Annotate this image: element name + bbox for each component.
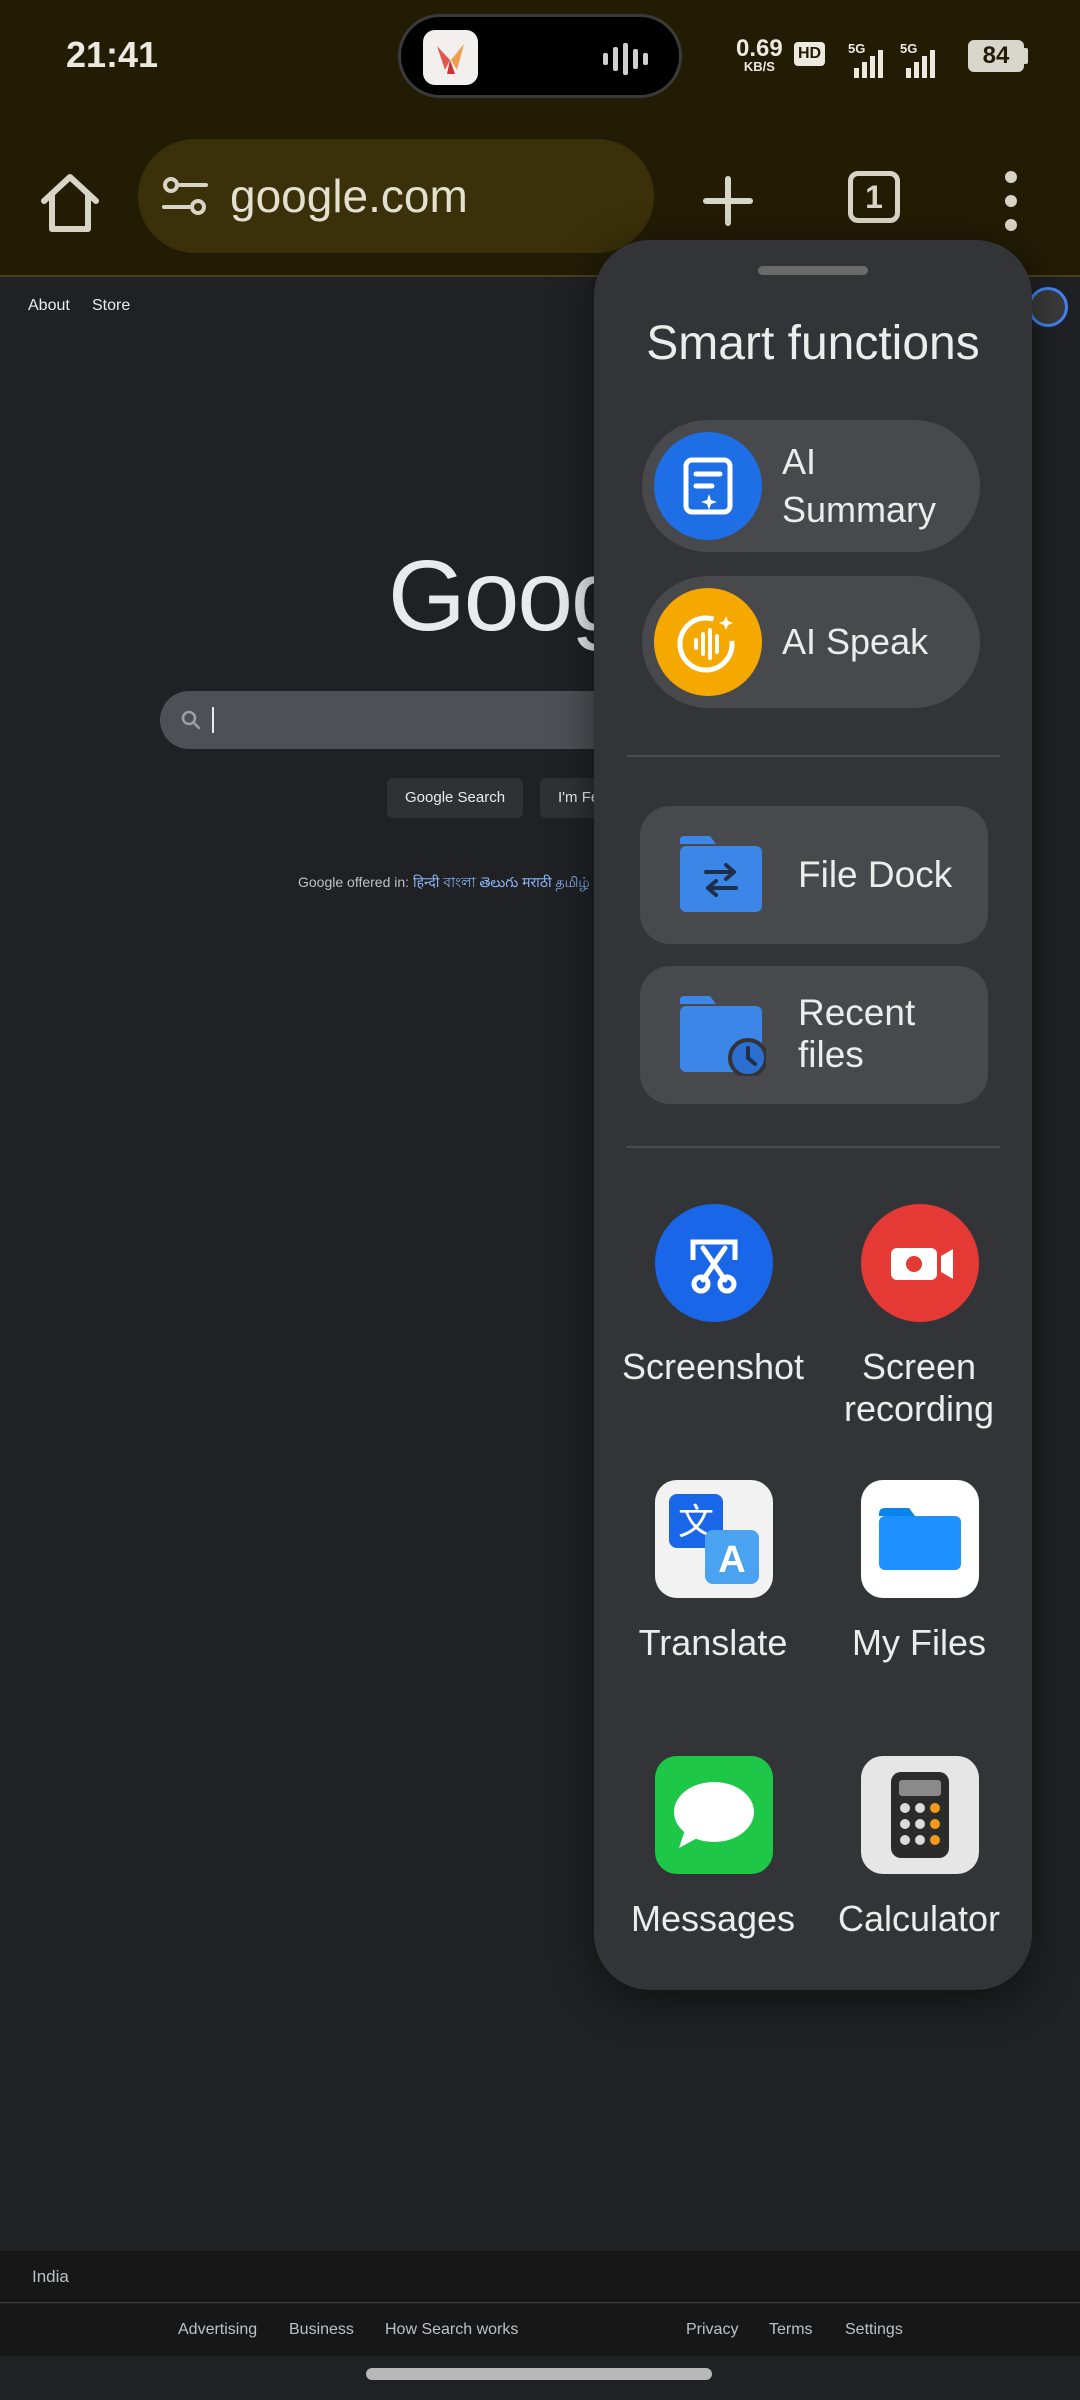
language-links[interactable]: हिन्दी বাংলা తెలుగు मराठी தமிழ் <box>413 874 590 890</box>
text-caret <box>212 707 214 733</box>
svg-text:A: A <box>718 1539 745 1581</box>
address-bar[interactable]: google.com <box>138 139 654 253</box>
ai-summary-icon <box>654 432 762 540</box>
feeling-lucky-button[interactable]: I'm Fe <box>540 778 600 818</box>
footer-country: India <box>0 2251 1080 2303</box>
site-settings-icon[interactable] <box>162 175 208 217</box>
screen-recording-label: Screen recording <box>843 1346 995 1429</box>
about-link[interactable]: About <box>28 297 70 315</box>
ai-speak-label: AI Speak <box>782 621 929 662</box>
divider <box>626 755 1000 757</box>
ai-summary-button[interactable]: AI Summary <box>642 420 980 552</box>
screenshot-icon <box>655 1204 773 1322</box>
clock: 21:41 <box>66 34 159 75</box>
how-search-works-link[interactable]: How Search works <box>385 2321 518 2339</box>
calculator-icon <box>861 1756 979 1874</box>
business-link[interactable]: Business <box>289 2321 354 2339</box>
hd-voice-badge: HD <box>794 42 826 66</box>
terms-link[interactable]: Terms <box>769 2321 813 2339</box>
file-dock-button[interactable]: File Dock <box>640 806 988 944</box>
google-logo: Goog <box>388 540 627 652</box>
overflow-menu-icon[interactable] <box>1000 169 1022 233</box>
new-tab-icon[interactable] <box>700 173 756 229</box>
recent-files-icon <box>680 996 766 1076</box>
panel-title: Smart functions <box>646 317 980 370</box>
translate-icon: 文 A <box>655 1480 773 1598</box>
screenshot-label: Screenshot <box>621 1346 805 1387</box>
media-app-icon <box>423 30 478 85</box>
signal-icon: 5G 5G <box>848 41 935 78</box>
recent-files-button[interactable]: Recent files <box>640 966 988 1104</box>
search-icon <box>181 710 201 730</box>
home-icon[interactable] <box>34 167 106 239</box>
messages-icon <box>655 1756 773 1874</box>
settings-link[interactable]: Settings <box>845 2321 903 2339</box>
footer-links: Advertising Business How Search works Pr… <box>0 2304 1080 2356</box>
account-avatar[interactable] <box>1028 287 1068 327</box>
screen-recording-icon <box>861 1204 979 1322</box>
battery-tip <box>1024 48 1028 64</box>
tab-switcher-button[interactable]: 1 <box>848 171 900 223</box>
url-text[interactable]: google.com <box>230 169 468 223</box>
language-offer: Google offered in: हिन्दी বাংলা తెలుగు म… <box>298 874 590 890</box>
dynamic-island[interactable] <box>398 14 682 98</box>
smart-functions-panel: Smart functions AI Summary AI Speak File… <box>594 240 1032 1990</box>
network-speed: 0.69 KB/S <box>736 35 783 74</box>
audio-wave-icon <box>603 43 648 75</box>
privacy-link[interactable]: Privacy <box>686 2321 738 2339</box>
store-link[interactable]: Store <box>92 297 130 315</box>
ai-speak-button[interactable]: AI Speak <box>642 576 980 708</box>
gesture-home-bar[interactable] <box>366 2368 712 2380</box>
status-bar: 21:41 0.69 KB/S HD 5G 5G 84 <box>0 0 1080 115</box>
messages-label: Messages <box>630 1898 796 1939</box>
ai-speak-icon <box>654 588 762 696</box>
ai-summary-label: AI Summary <box>782 441 937 530</box>
calculator-label: Calculator <box>837 1898 1001 1939</box>
my-files-icon <box>861 1480 979 1598</box>
advertising-link[interactable]: Advertising <box>178 2321 257 2339</box>
file-dock-icon <box>680 836 762 912</box>
translate-label: Translate <box>638 1622 788 1663</box>
my-files-label: My Files <box>852 1622 986 1663</box>
svg-text:5G: 5G <box>900 41 917 56</box>
google-search-button[interactable]: Google Search <box>387 778 524 818</box>
file-dock-label: File Dock <box>798 854 953 895</box>
recent-files-label: Recent files <box>798 992 916 1075</box>
battery-indicator: 84 <box>968 40 1024 72</box>
svg-text:5G: 5G <box>848 41 865 56</box>
divider <box>626 1146 1000 1148</box>
drag-handle[interactable] <box>758 266 868 275</box>
